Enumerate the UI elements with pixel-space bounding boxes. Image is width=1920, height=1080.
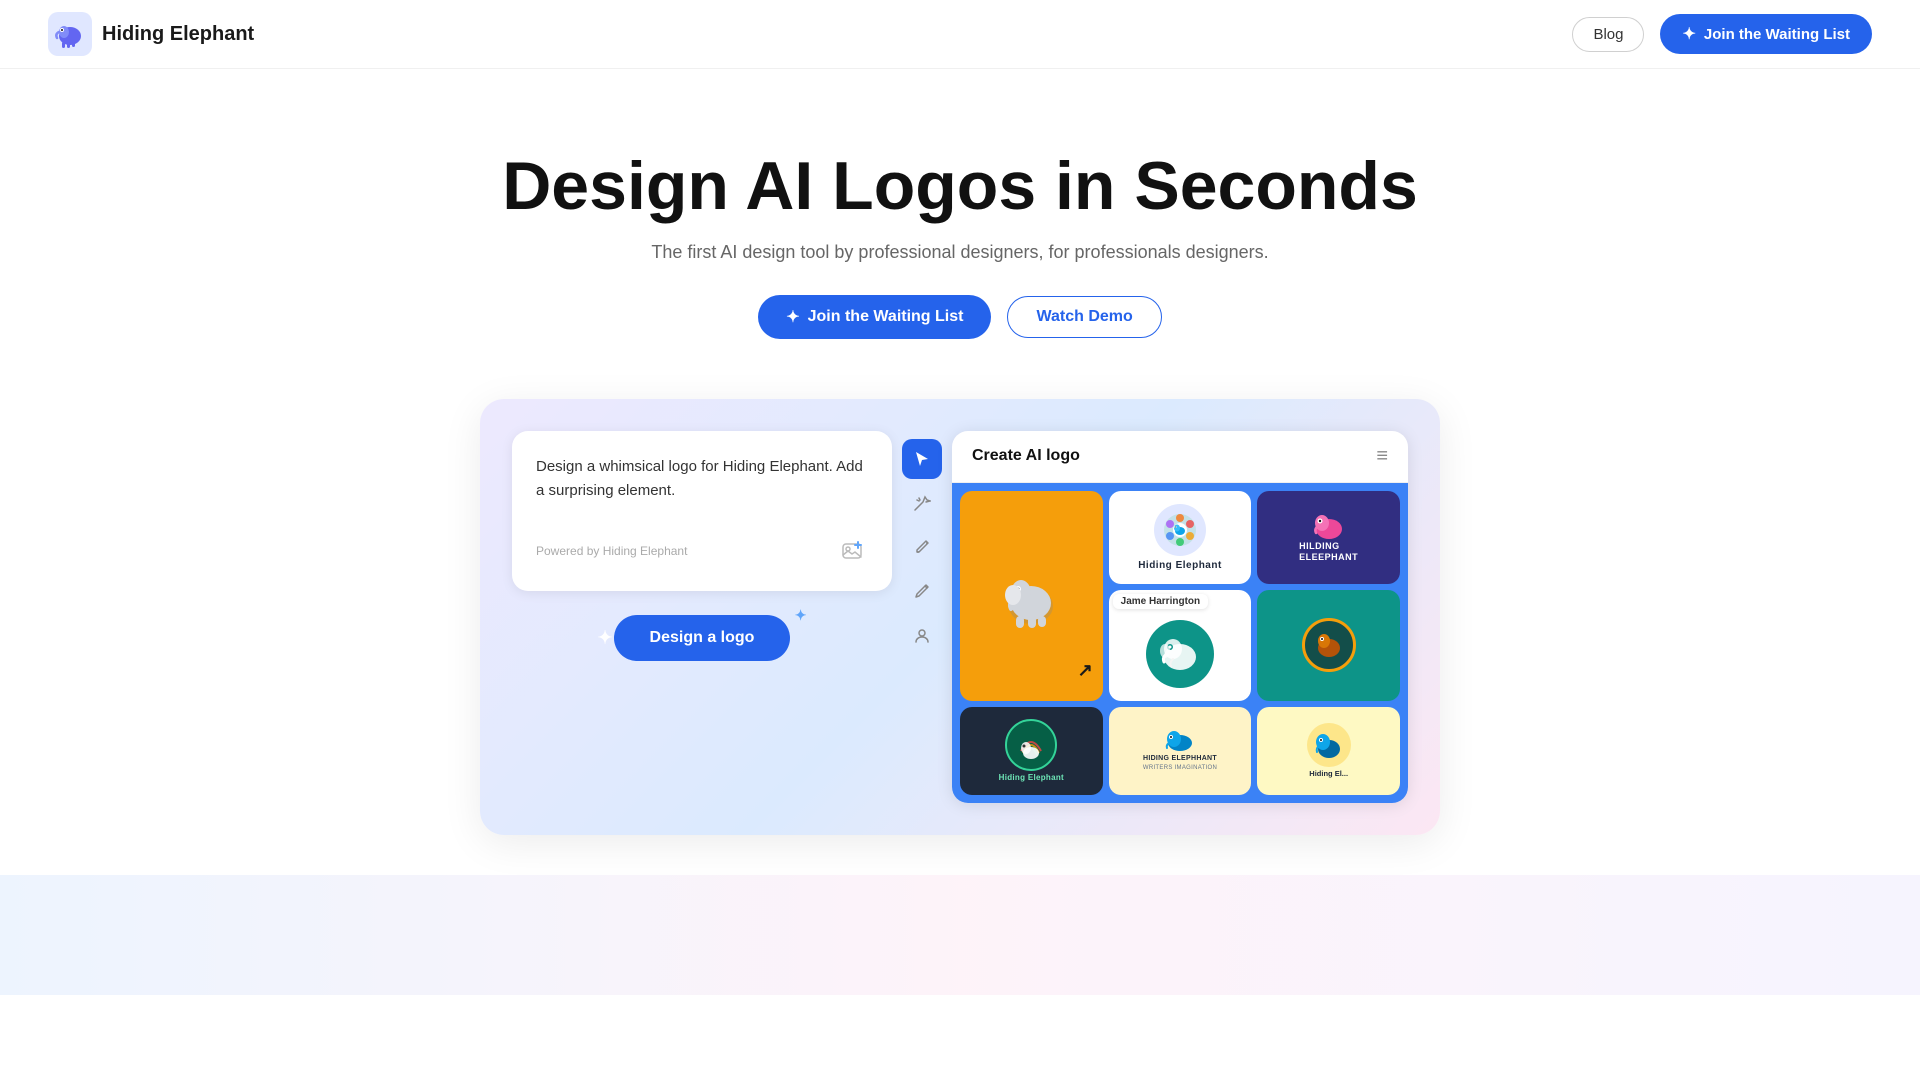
toolbar-pen-button[interactable]: [902, 527, 942, 567]
sparkle-left-icon: ✦: [598, 627, 613, 648]
hero-title: Design AI Logos in Seconds: [502, 149, 1418, 224]
logo-cell-elephant-orange[interactable]: ↗: [960, 491, 1103, 701]
design-button-container: ✦ Design a logo ✦: [512, 615, 892, 661]
menu-icon[interactable]: ≡: [1376, 445, 1388, 468]
prompt-footer: Powered by Hiding Elephant: [536, 535, 868, 567]
hilding-elephant-svg: [1309, 511, 1349, 539]
waitlist-nav-button[interactable]: ✦ Join the Waiting List: [1660, 14, 1872, 54]
prompt-card: Design a whimsical logo for Hiding Eleph…: [512, 431, 892, 591]
panel-title: Create AI logo: [972, 447, 1080, 465]
logo-cell-hiding-elephant[interactable]: Hiding Elephant: [1109, 491, 1252, 584]
cream-elephant-circle: [1307, 723, 1351, 767]
logo-cell-user-tooltip[interactable]: Jame Harrington: [1109, 590, 1252, 701]
hero-section: Design AI Logos in Seconds The first AI …: [0, 69, 1920, 379]
mockup-container: Design a whimsical logo for Hiding Eleph…: [480, 399, 1440, 835]
hiding-text-label: HIDING ELEPHHANTWRITERS IMAGINATION: [1143, 755, 1217, 772]
wand-icon: ✦: [1682, 24, 1695, 44]
text-logo-content: HIDING ELEPHHANTWRITERS IMAGINATION: [1139, 725, 1221, 776]
logo-circle-flower: [1154, 504, 1206, 556]
flower-elephant-svg: [1160, 510, 1200, 550]
navbar: Hiding Elephant Blog ✦ Join the Waiting …: [0, 0, 1920, 69]
nav-actions: Blog ✦ Join the Waiting List: [1572, 14, 1872, 54]
toolbar-user-button[interactable]: [902, 615, 942, 655]
image-upload-icon[interactable]: [836, 535, 868, 567]
text-logo-svg: [1164, 731, 1196, 751]
right-panel-header: Create AI logo ≡: [952, 431, 1408, 483]
logo-cell-hilding[interactable]: HILDINGELEEPHANT: [1257, 491, 1400, 584]
hero-subtitle: The first AI design tool by professional…: [651, 242, 1268, 263]
sparkle-right-icon: ✦: [795, 607, 807, 624]
cream-elephant-svg: [1313, 729, 1345, 761]
hero-cta-group: ✦ Join the Waiting List Watch Demo: [758, 295, 1162, 339]
elephant-orange-svg: [986, 551, 1076, 641]
hilding-text: HILDINGELEEPHANT: [1299, 541, 1358, 563]
logo-text: Hiding Elephant: [102, 23, 254, 46]
cursor-icon: ↗: [1078, 660, 1093, 681]
center-toolbar: [892, 431, 952, 803]
blog-button[interactable]: Blog: [1572, 17, 1644, 52]
toolbar-cursor-button[interactable]: [902, 439, 942, 479]
rainbow-circle: [1005, 719, 1057, 771]
logo-icon: [48, 12, 92, 56]
bottom-glow: [0, 875, 1920, 995]
toolbar-pencil-button[interactable]: [902, 571, 942, 611]
hiding-elephant-label: Hiding Elephant: [1138, 560, 1222, 571]
design-logo-button[interactable]: ✦ Design a logo ✦: [614, 615, 791, 661]
hiding-elephant-green-label: Hiding Elephant: [999, 773, 1064, 782]
logo-cell-teal-circle[interactable]: [1257, 590, 1400, 701]
right-panel: Create AI logo ≡: [952, 431, 1408, 803]
teal-elephant-small-svg: [1310, 626, 1348, 664]
teal-elephant-svg: [1155, 629, 1205, 679]
left-panel: Design a whimsical logo for Hiding Eleph…: [512, 431, 892, 803]
hero-waitlist-button[interactable]: ✦ Join the Waiting List: [758, 295, 991, 339]
rainbow-elephant-svg: [1013, 727, 1049, 763]
toolbar-wand-button[interactable]: [902, 483, 942, 523]
user-tooltip: Jame Harrington: [1113, 594, 1208, 609]
logo-container: Hiding Elephant: [48, 12, 254, 56]
powered-by-text: Powered by Hiding Elephant: [536, 544, 687, 558]
logo-cell-text-logo[interactable]: HIDING ELEPHHANTWRITERS IMAGINATION: [1109, 707, 1252, 795]
teal-elephant-circle: [1146, 620, 1214, 688]
hero-demo-button[interactable]: Watch Demo: [1007, 296, 1161, 338]
prompt-text: Design a whimsical logo for Hiding Eleph…: [536, 455, 868, 503]
logo-grid: ↗: [952, 483, 1408, 803]
hilding-logo-content: HILDINGELEEPHANT: [1291, 503, 1366, 571]
hiding-el-label: Hiding El...: [1309, 769, 1348, 778]
teal-circle-border: [1302, 618, 1356, 672]
mockup-wrapper: Design a whimsical logo for Hiding Eleph…: [0, 379, 1920, 875]
logo-cell-partial[interactable]: Hiding El...: [1257, 707, 1400, 795]
wand-icon-hero: ✦: [786, 307, 799, 327]
rainbow-logo-content: Hiding Elephant: [999, 719, 1064, 782]
text-logo-icon: [1160, 729, 1200, 753]
partial-logo-content: Hiding El...: [1307, 723, 1351, 778]
logo-cell-rainbow[interactable]: Hiding Elephant: [960, 707, 1103, 795]
